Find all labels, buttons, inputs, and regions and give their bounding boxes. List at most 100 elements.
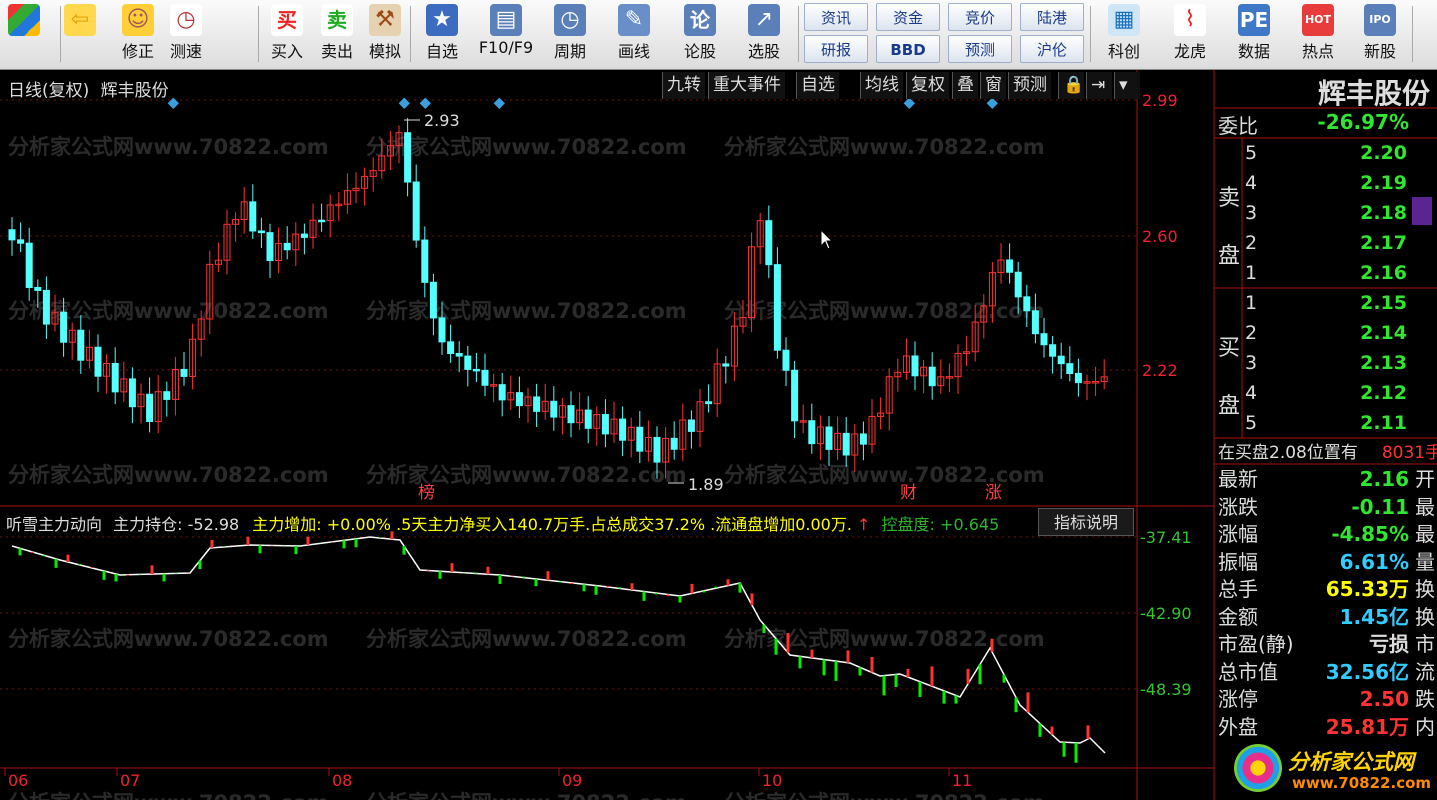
diamond-marker-icon xyxy=(398,97,410,109)
toolbar-label: 买入 xyxy=(270,42,303,61)
dropdown-icon[interactable]: ▾ xyxy=(1114,72,1140,99)
sell-level[interactable]: 2 2.17 xyxy=(1245,228,1437,258)
buy-level[interactable]: 1 2.15 xyxy=(1245,288,1437,318)
toolbar-label: 新股 xyxy=(1363,42,1396,61)
chart-tab[interactable]: 预测 xyxy=(1008,72,1051,99)
sell-level[interactable]: 3 2.18 xyxy=(1245,198,1437,228)
测速-button[interactable]: ◷ 测速 xyxy=(164,2,208,66)
level-no: 4 xyxy=(1245,382,1258,404)
修正-button[interactable]: ☺ 修正 xyxy=(116,2,160,66)
论股-button[interactable]: 论论股 xyxy=(672,2,728,66)
chart-tab[interactable]: 重大事件 xyxy=(708,72,785,99)
candle xyxy=(782,349,790,371)
watermark: 分析家公式网www.70822.com xyxy=(724,135,1045,159)
toolbar-label: 论股 xyxy=(683,42,716,61)
龙虎-button[interactable]: ⌇ 龙虎 xyxy=(1162,2,1218,66)
pe-icon: PE xyxy=(1238,4,1270,36)
candle xyxy=(77,329,85,361)
candle xyxy=(670,437,678,450)
candle xyxy=(266,232,274,261)
quote-row: 金额 1.45亿换 xyxy=(1218,604,1435,629)
quote-row: 外盘 25.81万内 xyxy=(1218,714,1435,739)
买入-button[interactable]: 买买入 xyxy=(266,2,308,66)
pin-icon[interactable]: ⇥ xyxy=(1086,72,1112,99)
candle xyxy=(1040,333,1048,346)
candle xyxy=(1014,271,1022,298)
toolbar-label: 科创 xyxy=(1107,42,1140,61)
画线-button[interactable]: ✎ 画线 xyxy=(606,2,662,66)
candle xyxy=(825,426,833,450)
sell-level[interactable]: 1 2.16 xyxy=(1245,258,1437,288)
windows-button[interactable] xyxy=(2,2,46,66)
period-mode[interactable]: 日线(复权) xyxy=(8,81,89,101)
quick-button[interactable]: 资讯 xyxy=(804,3,868,31)
dragon-icon: ⌇ xyxy=(1174,4,1206,36)
lock-icon[interactable]: 🔒 xyxy=(1058,72,1084,99)
chart-tab[interactable]: 均线 xyxy=(860,72,903,99)
candle xyxy=(404,132,412,183)
candle xyxy=(421,239,429,283)
level-no: 1 xyxy=(1245,292,1258,314)
quick-button[interactable]: 陆港 xyxy=(1020,3,1084,31)
热点-button[interactable]: HOT 热点 xyxy=(1290,2,1346,66)
toolbar: ⇦ ☺ 修正 ◷ 测速 买买入卖卖出 ⚒ 模拟 ★ 自选 ▤ F10/F9 ◷ 周期 ✎ 画线 论论股 ↗ 选股 ▦ 科… xyxy=(0,0,1437,70)
quote-row: 振幅 6.61% 量 xyxy=(1218,549,1435,574)
chart-tab[interactable]: 自选 xyxy=(796,72,839,99)
level-no: 4 xyxy=(1245,172,1258,194)
F10/F9-button[interactable]: ▤ F10/F9 xyxy=(478,2,534,66)
选股-button[interactable]: ↗ 选股 xyxy=(736,2,792,66)
back-arrow-button[interactable]: ⇦ xyxy=(56,2,104,66)
candle xyxy=(791,369,799,422)
sell-level[interactable]: 4 2.19 xyxy=(1245,168,1437,198)
周期-button[interactable]: ◷ 周期 xyxy=(542,2,598,66)
quick-button[interactable]: 竞价 xyxy=(948,3,1012,31)
toolbar-label: F10/F9 xyxy=(478,38,534,57)
数据-button[interactable]: PE 数据 xyxy=(1226,2,1282,66)
buy-level[interactable]: 4 2.12 xyxy=(1245,378,1437,408)
candle xyxy=(765,220,773,266)
price-axis-label: 2.22 xyxy=(1142,361,1178,380)
chart-tab[interactable]: 九转 xyxy=(662,72,705,99)
quick-button[interactable]: BBD xyxy=(876,35,940,63)
watermark: 分析家公式网www.70822.com xyxy=(366,791,687,800)
candle xyxy=(455,353,463,357)
level-no: 5 xyxy=(1245,412,1258,434)
quick-button[interactable]: 沪伦 xyxy=(1020,35,1084,63)
buy-level[interactable]: 5 2.11 xyxy=(1245,408,1437,438)
diamond-marker-icon xyxy=(986,97,998,109)
candle xyxy=(911,355,919,377)
卖出-button[interactable]: 卖卖出 xyxy=(316,2,358,66)
quick-button[interactable]: 资金 xyxy=(876,3,940,31)
chart-tab[interactable]: 窗 xyxy=(980,72,1006,99)
indicator-axis-label: -42.90 xyxy=(1140,604,1192,623)
watermark: 分析家公式网www.70822.com xyxy=(366,135,687,159)
candle xyxy=(60,311,68,343)
chart-tab[interactable]: 叠 xyxy=(952,72,978,99)
level-price: 2.15 xyxy=(1360,292,1407,314)
toolbar-label: 测速 xyxy=(169,42,202,61)
buy-level[interactable]: 3 2.13 xyxy=(1245,348,1437,378)
month-label: 11 xyxy=(952,771,972,790)
candle xyxy=(464,355,472,370)
科创-button[interactable]: ▦ 科创 xyxy=(1094,2,1154,66)
模拟-button[interactable]: ⚒ 模拟 xyxy=(364,2,406,66)
indicator-help-button[interactable]: 指标说明 xyxy=(1038,508,1134,536)
candle xyxy=(859,433,867,445)
quick-button[interactable]: 预测 xyxy=(948,35,1012,63)
period-icon: ◷ xyxy=(554,4,586,36)
chart-tab[interactable]: 复权 xyxy=(906,72,949,99)
candle xyxy=(636,426,644,452)
新股-button[interactable]: IPO 新股 xyxy=(1352,2,1408,66)
sell-level[interactable]: 5 2.20 xyxy=(1245,138,1437,168)
indicator-info: 主力增加: +0.00% .5天主力净买入140.7万手.占总成交37.2% .… xyxy=(252,515,852,534)
candle xyxy=(318,219,326,223)
candle xyxy=(429,281,437,319)
level-price: 2.18 xyxy=(1360,202,1407,224)
自选-button[interactable]: ★ 自选 xyxy=(414,2,470,66)
buy-level[interactable]: 2 2.14 xyxy=(1245,318,1437,348)
candle xyxy=(34,286,42,291)
event-tag: 榜 xyxy=(418,483,435,503)
quick-button[interactable]: 研报 xyxy=(804,35,868,63)
watermark: 分析家公式网www.70822.com xyxy=(366,463,687,487)
watermark: 分析家公式网www.70822.com xyxy=(8,463,329,487)
